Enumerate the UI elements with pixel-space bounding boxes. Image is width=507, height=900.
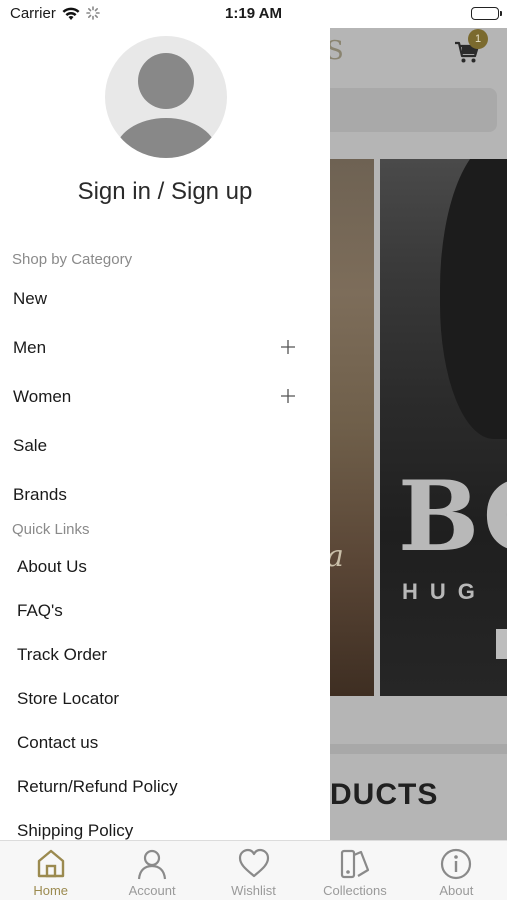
category-brands[interactable]: Brands <box>13 485 67 505</box>
status-time: 1:19 AM <box>225 5 282 22</box>
tab-collections-label: Collections <box>323 883 387 898</box>
category-women[interactable]: Women <box>13 387 71 407</box>
tab-about-label: About <box>439 883 474 898</box>
tab-home-label: Home <box>33 883 69 898</box>
quick-link-about-us[interactable]: About Us <box>17 557 87 577</box>
account-icon <box>135 847 169 881</box>
cart-badge: 1 <box>468 29 488 49</box>
avatar-icon[interactable] <box>105 36 227 158</box>
info-icon <box>439 847 473 881</box>
tab-home[interactable]: Home <box>0 841 101 900</box>
quick-link-contact-us[interactable]: Contact us <box>17 733 98 753</box>
tab-wishlist[interactable]: Wishlist <box>203 841 304 900</box>
banner-brand-block <box>496 629 507 659</box>
banner-image-left: a <box>330 159 374 696</box>
category-sale[interactable]: Sale <box>13 436 47 456</box>
quick-link-return-refund-policy[interactable]: Return/Refund Policy <box>17 777 178 797</box>
status-bar: Carrier 1:19 AM <box>0 0 507 28</box>
banner-script-text: a <box>330 539 344 574</box>
quick-link-store-locator[interactable]: Store Locator <box>17 689 119 709</box>
category-new[interactable]: New <box>13 289 47 309</box>
sign-in-link[interactable]: Sign in / Sign up <box>0 178 330 206</box>
banner-brand-subtext: HUG <box>402 579 487 604</box>
bottom-tab-bar: Home Account Wishlist Collections About <box>0 840 507 900</box>
battery-icon <box>471 7 502 20</box>
tab-collections[interactable]: Collections <box>304 841 405 900</box>
heart-icon <box>237 847 271 881</box>
banner-model-silhouette <box>440 159 507 439</box>
search-bar <box>330 88 497 132</box>
expand-men-plus-icon[interactable] <box>280 339 296 355</box>
banner-brand-text: BO <box>398 460 507 573</box>
tab-account-label: Account <box>128 883 176 898</box>
tab-wishlist-label: Wishlist <box>231 883 276 898</box>
tab-about[interactable]: About <box>406 841 507 900</box>
quick-link-shipping-policy[interactable]: Shipping Policy <box>17 821 133 840</box>
tab-account[interactable]: Account <box>101 841 202 900</box>
quick-links-title: Quick Links <box>12 521 90 538</box>
category-men[interactable]: Men <box>13 338 46 358</box>
side-drawer: Sign in / Sign up Shop by Category New M… <box>0 28 330 840</box>
banner-image-right: BO HUG <box>380 159 507 696</box>
collections-icon <box>338 847 372 881</box>
shop-by-category-title: Shop by Category <box>12 251 133 268</box>
quick-link-track-order[interactable]: Track Order <box>17 645 107 665</box>
home-icon <box>34 847 68 881</box>
expand-women-plus-icon[interactable] <box>280 388 296 404</box>
store-logo-fragment: S <box>330 36 345 66</box>
quick-link-faqs[interactable]: FAQ's <box>17 601 63 621</box>
products-heading: DUCTS <box>330 778 439 811</box>
background-page-overlay[interactable]: S 1 a BO HUG DUCTS <box>330 28 507 840</box>
section-divider <box>330 744 507 754</box>
